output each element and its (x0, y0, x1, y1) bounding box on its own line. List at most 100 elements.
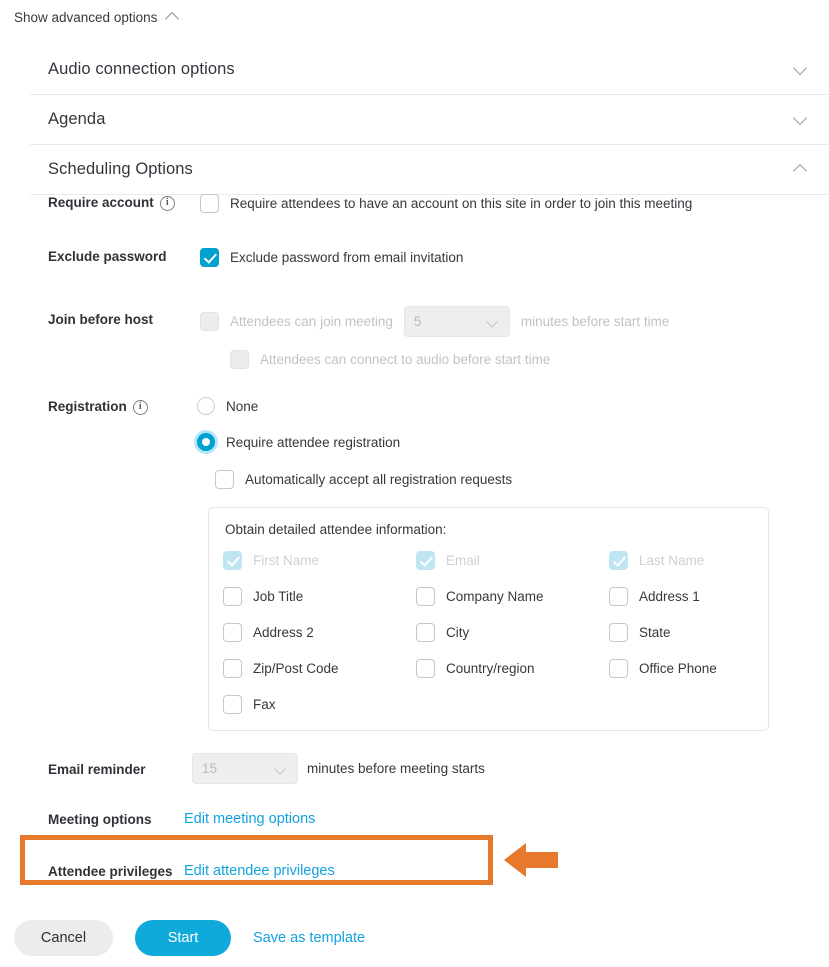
exclude-password-checkbox-row[interactable]: Exclude password from email invitation (200, 248, 829, 267)
join-before-host-audio-row: Attendees can connect to audio before st… (230, 350, 829, 369)
pointer-arrow-icon (504, 843, 558, 877)
last-name-label: Last Name (639, 553, 705, 568)
address-1-checkbox[interactable] (609, 587, 628, 606)
address-2-label: Address 2 (253, 625, 314, 640)
registration-require-radio[interactable] (197, 433, 215, 451)
zip-post-code-checkbox[interactable] (223, 659, 242, 678)
row-exclude-password: Exclude password Exclude password from e… (0, 248, 829, 301)
email-label: Email (446, 553, 480, 568)
country-region-checkbox[interactable] (416, 659, 435, 678)
attendee-field-email: Email (416, 551, 609, 570)
join-before-host-option-row: Attendees can join meeting 5 minutes bef… (200, 306, 829, 337)
company-name-checkbox[interactable] (416, 587, 435, 606)
info-icon[interactable] (132, 400, 148, 415)
registration-none-radio[interactable] (197, 397, 215, 415)
chevron-down-icon[interactable] (794, 113, 807, 131)
registration-label: Registration (48, 399, 127, 414)
start-button[interactable]: Start (135, 920, 231, 956)
row-email-reminder: Email reminder 15 minutes before meeting… (0, 753, 829, 810)
cancel-button[interactable]: Cancel (14, 920, 113, 956)
state-checkbox[interactable] (609, 623, 628, 642)
attendee-field-fax[interactable]: Fax (223, 695, 416, 714)
attendee-field-address-2[interactable]: Address 2 (223, 623, 416, 642)
join-before-host-suffix-label: minutes before start time (520, 314, 670, 329)
attendee-information-box: Obtain detailed attendee information: Fi… (208, 507, 769, 731)
exclude-password-checkbox[interactable] (200, 248, 219, 267)
fax-label: Fax (253, 697, 276, 712)
attendee-field-address-1[interactable]: Address 1 (609, 587, 752, 606)
accordion-item-agenda[interactable]: Agenda (0, 95, 829, 144)
join-before-host-label: Join before host (48, 312, 154, 327)
advanced-options-accordion: Audio connection options Agenda Scheduli… (0, 45, 829, 195)
save-as-template-link[interactable]: Save as template (253, 930, 365, 946)
auto-accept-row[interactable]: Automatically accept all registration re… (215, 470, 829, 489)
row-registration: Registration None Require attendee regis… (0, 387, 829, 731)
exclude-password-label: Exclude password (48, 249, 167, 264)
last-name-checkbox (609, 551, 628, 570)
accordion-title: Scheduling Options (48, 160, 193, 178)
row-attendee-privileges: Attendee privileges Edit attendee privil… (0, 862, 829, 914)
email-reminder-minutes-select: 15 (192, 753, 298, 784)
auto-accept-label: Automatically accept all registration re… (245, 472, 513, 487)
edit-meeting-options-link[interactable]: Edit meeting options (184, 811, 315, 827)
require-account-checkbox-row[interactable]: Require attendees to have an account on … (200, 194, 829, 213)
company-name-label: Company Name (446, 589, 544, 604)
chevron-up-icon[interactable] (794, 163, 807, 181)
join-audio-before-host-label: Attendees can connect to audio before st… (260, 352, 551, 367)
chevron-up-icon (166, 11, 179, 24)
require-account-label-group: Require account (0, 194, 200, 248)
attendee-field-country-region[interactable]: Country/region (416, 659, 609, 678)
require-account-checkbox[interactable] (200, 194, 219, 213)
registration-option-require[interactable]: Require attendee registration (197, 433, 829, 451)
attendee-field-office-phone[interactable]: Office Phone (609, 659, 752, 678)
join-before-host-minutes-value: 5 (413, 314, 422, 329)
attendee-field-state[interactable]: State (609, 623, 752, 642)
edit-attendee-privileges-link[interactable]: Edit attendee privileges (184, 863, 335, 879)
fax-checkbox[interactable] (223, 695, 242, 714)
country-region-label: Country/region (446, 661, 535, 676)
form-footer: Cancel Start Save as template (0, 920, 365, 956)
join-before-host-checkbox (200, 312, 219, 331)
chevron-down-icon (276, 765, 286, 775)
meeting-options-label: Meeting options (48, 812, 152, 827)
attendee-field-city[interactable]: City (416, 623, 609, 642)
accordion-item-scheduling-options[interactable]: Scheduling Options (0, 145, 829, 194)
chevron-down-icon (488, 318, 498, 328)
join-before-host-prefix-label: Attendees can join meeting (230, 314, 393, 329)
attendee-information-title: Obtain detailed attendee information: (225, 522, 447, 537)
info-icon[interactable] (159, 196, 175, 211)
accordion-title: Audio connection options (48, 60, 235, 78)
job-title-label: Job Title (253, 589, 304, 604)
city-label: City (446, 625, 470, 640)
first-name-checkbox (223, 551, 242, 570)
attendee-information-grid: First Name Email Last Name Job Title Com… (223, 551, 752, 714)
office-phone-checkbox[interactable] (609, 659, 628, 678)
row-join-before-host: Join before host Attendees can join meet… (0, 301, 829, 387)
join-before-host-minutes-select: 5 (403, 306, 510, 337)
attendee-field-job-title[interactable]: Job Title (223, 587, 416, 606)
join-audio-before-host-checkbox (230, 350, 249, 369)
auto-accept-checkbox[interactable] (215, 470, 234, 489)
address-1-label: Address 1 (639, 589, 700, 604)
show-advanced-options-toggle[interactable]: Show advanced options (14, 10, 179, 25)
attendee-field-first-name: First Name (223, 551, 416, 570)
accordion-item-audio-connection-options[interactable]: Audio connection options (0, 45, 829, 94)
scheduling-options-form: Require account Require attendees to hav… (0, 194, 829, 914)
email-checkbox (416, 551, 435, 570)
chevron-down-icon[interactable] (794, 63, 807, 81)
accordion-title: Agenda (48, 110, 106, 128)
address-2-checkbox[interactable] (223, 623, 242, 642)
email-reminder-suffix-label: minutes before meeting starts (307, 761, 485, 776)
registration-option-none[interactable]: None (197, 397, 829, 415)
attendee-field-zip-post-code[interactable]: Zip/Post Code (223, 659, 416, 678)
attendee-privileges-label: Attendee privileges (48, 864, 173, 879)
attendee-field-company-name[interactable]: Company Name (416, 587, 609, 606)
exclude-password-checkbox-label: Exclude password from email invitation (230, 250, 464, 265)
job-title-checkbox[interactable] (223, 587, 242, 606)
zip-post-code-label: Zip/Post Code (253, 661, 339, 676)
city-checkbox[interactable] (416, 623, 435, 642)
registration-require-label: Require attendee registration (226, 434, 401, 450)
office-phone-label: Office Phone (639, 661, 717, 676)
state-label: State (639, 625, 671, 640)
row-meeting-options: Meeting options Edit meeting options (0, 810, 829, 862)
